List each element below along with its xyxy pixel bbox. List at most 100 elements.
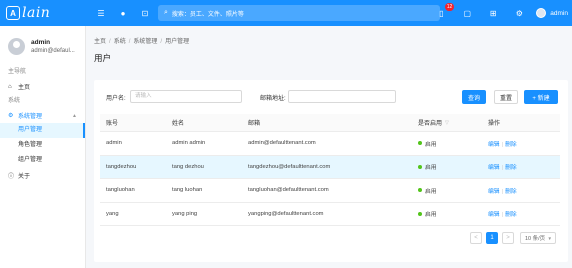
- settings-icon: ⚙: [8, 113, 14, 119]
- logo-text: lain: [22, 5, 51, 21]
- chevron-down-icon: ▼: [547, 235, 552, 241]
- page-size-value: 10 条/页: [525, 236, 546, 242]
- edit-link[interactable]: 编辑: [488, 212, 500, 218]
- action-divider: |: [501, 188, 504, 195]
- breadcrumb-separator: /: [109, 39, 111, 45]
- sidebar-item-role-manage[interactable]: 角色管理: [0, 138, 85, 153]
- logo-badge: A: [6, 6, 20, 20]
- breadcrumb-item[interactable]: 系统: [114, 39, 126, 45]
- user-table: 账号 姓名 邮箱 是否启用 ▽ 操作 admin admin admin adm…: [100, 114, 560, 226]
- cell-status: 启用: [418, 162, 488, 171]
- delete-link[interactable]: 删除: [505, 165, 517, 171]
- edit-link[interactable]: 编辑: [488, 189, 500, 195]
- cell-email: tangdezhou@defaulttenant.com: [248, 163, 331, 170]
- sidebar-item-user-manage[interactable]: 用户管理: [0, 123, 85, 138]
- search-icon: ⌕: [164, 9, 168, 16]
- table-row: yang yang ping yangping@defaulttenant.co…: [100, 203, 560, 226]
- edit-link[interactable]: 编辑: [488, 142, 500, 148]
- status-dot: [418, 211, 422, 216]
- avatar: [536, 8, 547, 18]
- reset-button[interactable]: 重置: [494, 90, 518, 104]
- delete-link[interactable]: 删除: [505, 189, 517, 195]
- menu-toggle-icon[interactable]: ☰: [94, 6, 108, 20]
- table-row: tangluohan tang luohan tangluohan@defaul…: [100, 179, 560, 203]
- sidebar-item-tenant-manage[interactable]: 组户管理: [0, 153, 85, 168]
- table-header: 账号 姓名 邮箱 是否启用 ▽ 操作: [100, 114, 560, 132]
- info-icon: ⓘ: [8, 174, 15, 180]
- cell-actions: 编辑 | 删除: [488, 139, 560, 148]
- prev-page-button[interactable]: <: [470, 232, 482, 244]
- profile-avatar: [8, 38, 25, 55]
- add-user-button[interactable]: + 新建: [524, 90, 558, 104]
- page-1-button[interactable]: 1: [486, 232, 498, 244]
- cell-account: tangluohan: [106, 187, 135, 194]
- cell-email: admin@defaulttenant.com: [248, 140, 316, 147]
- cell-actions: 编辑 | 删除: [488, 162, 560, 171]
- profile-name: admin: [31, 39, 51, 46]
- logo[interactable]: A lain: [0, 0, 86, 26]
- table-row: admin admin admin admin@defaulttenant.co…: [100, 132, 560, 156]
- cell-email: tangluohan@defaulttenant.com: [248, 187, 329, 194]
- page-title: 用户: [94, 53, 112, 63]
- sidebar-item-home[interactable]: ⌂ 主页: [0, 79, 85, 94]
- column-header-enabled: 是否启用 ▽: [418, 118, 488, 128]
- sidebar-item-system-manage[interactable]: ⚙ 系统管理 ▲: [0, 108, 85, 123]
- nav-group-main: 主导航: [8, 69, 27, 75]
- column-header-email: 邮箱: [248, 121, 261, 127]
- sidebar: admin admin@defaul... 主导航 ⌂ 主页 系统 ⚙ 系统管理…: [0, 26, 86, 268]
- apps-grid-icon[interactable]: ⊞: [486, 6, 500, 20]
- column-header-account: 账号: [106, 121, 119, 127]
- notification-badge: 12: [444, 3, 455, 11]
- breadcrumb-item[interactable]: 系统管理: [133, 39, 157, 45]
- email-label: 邮箱地址:: [260, 96, 286, 102]
- lock-icon[interactable]: ⊡: [138, 6, 152, 20]
- status-text: 启用: [425, 165, 437, 172]
- action-divider: |: [501, 141, 504, 148]
- action-divider: |: [501, 165, 504, 172]
- sidebar-item-label: 系统管理: [18, 114, 43, 120]
- status-text: 启用: [425, 141, 437, 148]
- github-icon[interactable]: ●: [116, 6, 130, 20]
- notification-bell-icon[interactable]: ▯ 12: [434, 3, 455, 20]
- next-page-button[interactable]: >: [502, 232, 514, 244]
- page-size-select[interactable]: 10 条/页 ▼: [520, 232, 556, 244]
- edit-link[interactable]: 编辑: [488, 165, 500, 171]
- table-row: tangdezhou tang dezhou tangdezhou@defaul…: [100, 155, 560, 179]
- cell-email: yangping@defaulttenant.com: [248, 210, 324, 217]
- search-placeholder: 搜索：员工、文件、照片等: [171, 11, 244, 18]
- sidebar-item-about[interactable]: ⓘ 关于: [0, 168, 85, 183]
- nav-group-system: 系统: [8, 98, 21, 104]
- task-icon[interactable]: ▢: [460, 6, 474, 20]
- breadcrumb-item: 用户管理: [165, 39, 190, 45]
- pagination: < 1 > 10 条/页 ▼: [94, 232, 568, 244]
- column-header-actions: 操作: [488, 121, 501, 127]
- breadcrumb: 主页 / 系统 / 系统管理 / 用户管理: [94, 36, 189, 45]
- username: admin: [550, 9, 568, 17]
- breadcrumb-separator: /: [160, 39, 163, 45]
- cell-status: 启用: [418, 186, 488, 195]
- cell-account: tangdezhou: [106, 163, 137, 170]
- cell-name: tang luohan: [172, 187, 203, 194]
- user-menu[interactable]: admin: [536, 8, 568, 18]
- search-button[interactable]: 查询: [462, 90, 486, 104]
- delete-link[interactable]: 删除: [505, 212, 517, 218]
- cell-name: yang ping: [172, 210, 198, 217]
- action-divider: |: [501, 212, 504, 219]
- status-dot: [418, 188, 422, 193]
- email-input[interactable]: [288, 90, 396, 103]
- search-input[interactable]: ⌕ 搜索：员工、文件、照片等: [158, 5, 440, 21]
- username-input[interactable]: 请输入: [130, 90, 242, 103]
- breadcrumb-separator: /: [128, 39, 131, 45]
- column-header-name: 姓名: [172, 121, 185, 127]
- sidebar-profile[interactable]: admin admin@defaul...: [0, 26, 85, 65]
- sidebar-item-label: 主页: [18, 85, 31, 91]
- cell-actions: 编辑 | 删除: [488, 209, 560, 218]
- chevron-up-icon: ▲: [72, 112, 77, 119]
- delete-link[interactable]: 删除: [505, 142, 517, 148]
- filter-icon[interactable]: ▽: [445, 120, 449, 126]
- breadcrumb-item[interactable]: 主页: [94, 39, 106, 45]
- profile-email: admin@defaul...: [31, 48, 75, 54]
- settings-gear-icon[interactable]: ⚙: [512, 6, 526, 20]
- cell-name: admin admin: [172, 140, 206, 147]
- cell-status: 启用: [418, 139, 488, 148]
